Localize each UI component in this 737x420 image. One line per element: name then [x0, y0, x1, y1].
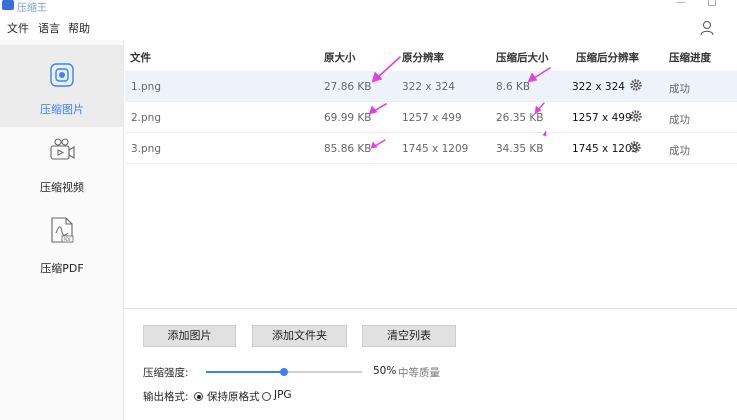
cell-orig-size: 85.86 KB [324, 143, 372, 155]
menu-bar: 文件 语言 帮助 [0, 16, 737, 40]
cell-new-res: 1257 x 499 [572, 112, 632, 124]
cell-new-size: 34.35 KB [496, 143, 544, 155]
slider-thumb[interactable] [280, 368, 288, 376]
cell-status: 成功 [669, 83, 690, 95]
sidebar-item-label: 压缩PDF [40, 262, 84, 275]
compression-slider[interactable] [206, 368, 362, 376]
col-file[interactable]: 文件 [130, 50, 151, 65]
add-images-button[interactable]: 添加图片 [143, 325, 236, 347]
cell-new-size: 8.6 KB [496, 81, 531, 93]
radio-jpg[interactable] [262, 392, 271, 401]
compression-percent: 50% [373, 365, 397, 377]
cell-new-size: 26.35 KB [496, 112, 544, 124]
table-header: 文件 原大小 原分辨率 压缩后大小 压缩后分辨率 压缩进度 [125, 44, 737, 68]
slider-fill [206, 371, 284, 373]
radio-keep-format[interactable] [194, 392, 203, 401]
app-title: 压缩王 [17, 3, 47, 14]
compression-quality: 中等质量 [398, 367, 440, 379]
compression-label: 压缩强度: [143, 367, 189, 379]
col-new-size[interactable]: 压缩后大小 [496, 50, 549, 65]
minimize-icon[interactable]: — [676, 0, 686, 8]
col-progress[interactable]: 压缩进度 [669, 50, 711, 65]
menu-help[interactable]: 帮助 [68, 20, 90, 36]
cell-orig-res: 1257 x 499 [402, 112, 462, 124]
sidebar-item-label: 压缩视频 [40, 181, 84, 194]
svg-text:PDF: PDF [64, 237, 72, 242]
file-table: 文件 原大小 原分辨率 压缩后大小 压缩后分辨率 压缩进度 1.png 27.8… [125, 44, 737, 309]
cell-orig-res: 1745 x 1209 [402, 143, 469, 155]
cell-orig-size: 69.99 KB [324, 112, 372, 124]
add-folder-button[interactable]: 添加文件夹 [252, 325, 347, 347]
user-icon[interactable] [700, 20, 714, 36]
col-new-res[interactable]: 压缩后分辨率 [576, 50, 639, 65]
cell-orig-size: 27.86 KB [324, 81, 372, 93]
pdf-icon: PDF [51, 217, 74, 243]
col-orig-size[interactable]: 原大小 [324, 50, 356, 65]
sidebar-item-compress-image[interactable]: 压缩图片 [0, 45, 124, 127]
sidebar-item-compress-pdf[interactable]: PDF 压缩PDF [0, 210, 124, 292]
gear-icon[interactable] [630, 79, 642, 91]
menu-file[interactable]: 文件 [7, 20, 29, 36]
title-bar: 压缩王 — [0, 0, 737, 16]
app-logo-icon [2, 0, 14, 10]
table-row[interactable]: 3.png 85.86 KB 1745 x 1209 34.35 KB 1745… [125, 133, 737, 164]
table-row[interactable]: 1.png 27.86 KB 322 x 324 8.6 KB 322 x 32… [125, 71, 737, 102]
table-row[interactable]: 2.png 69.99 KB 1257 x 499 26.35 KB 1257 … [125, 102, 737, 133]
cell-file: 2.png [131, 112, 162, 124]
cell-status: 成功 [669, 145, 690, 157]
maximize-icon[interactable] [708, 0, 716, 6]
gear-icon[interactable] [629, 141, 641, 153]
output-format-label: 输出格式: [143, 391, 189, 403]
option-keep-format[interactable]: 保持原格式 [207, 389, 260, 404]
sidebar-item-label: 压缩图片 [40, 103, 84, 116]
option-jpg[interactable]: JPG [274, 389, 292, 401]
cell-status: 成功 [669, 114, 690, 126]
image-icon [50, 63, 74, 87]
col-orig-res[interactable]: 原分辨率 [402, 50, 444, 65]
sidebar-item-compress-video[interactable]: 压缩视频 [0, 128, 124, 210]
sidebar: 压缩图片 压缩视频 PDF 压缩PDF [0, 40, 124, 420]
gear-icon[interactable] [630, 110, 642, 122]
cell-file: 3.png [131, 143, 162, 155]
cell-orig-res: 322 x 324 [402, 81, 455, 93]
menu-language[interactable]: 语言 [38, 20, 60, 36]
cell-new-res: 322 x 324 [572, 81, 625, 93]
clear-list-button[interactable]: 清空列表 [362, 325, 456, 347]
video-icon [50, 138, 75, 160]
cell-file: 1.png [131, 81, 162, 93]
